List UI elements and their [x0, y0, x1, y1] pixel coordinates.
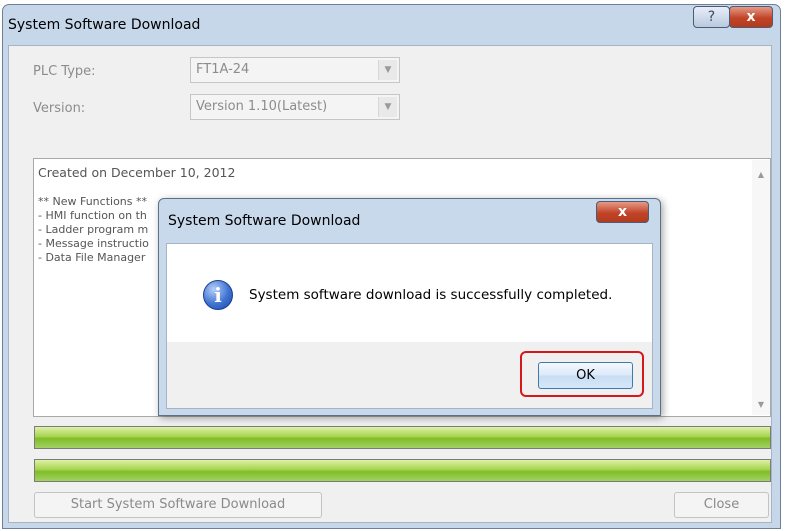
release-notes-line: - Data File Manager [38, 251, 146, 264]
progress-bar-2 [34, 459, 771, 482]
main-window-title: System Software Download [8, 17, 201, 33]
dialog-message-area: i System software download is successful… [167, 244, 652, 342]
scroll-down-icon[interactable]: ▼ [752, 396, 770, 414]
dialog-message: System software download is successfully… [249, 287, 613, 303]
dialog-title: System Software Download [168, 213, 361, 229]
close-icon: x [746, 9, 756, 25]
close-button-label: Close [703, 497, 740, 512]
info-icon: i [203, 280, 233, 310]
close-button[interactable]: Close [674, 492, 769, 518]
window-close-button[interactable]: x [729, 6, 773, 28]
help-icon: ? [707, 9, 716, 25]
start-download-button[interactable]: Start System Software Download [34, 492, 322, 518]
plc-type-label: PLC Type: [33, 64, 96, 79]
release-notes-line: - HMI function on th [38, 209, 147, 222]
release-notes-line: - Message instructio [38, 237, 149, 250]
dialog-close-button[interactable]: x [596, 201, 649, 223]
help-button[interactable]: ? [693, 6, 730, 28]
plc-type-value: FT1A-24 [196, 62, 250, 77]
chevron-down-icon: ▼ [378, 60, 397, 80]
progress-bar-1 [34, 426, 771, 449]
scroll-up-icon[interactable]: ▲ [752, 166, 770, 184]
version-select: Version 1.10(Latest) ▼ [190, 94, 400, 120]
plc-type-select: FT1A-24 ▼ [190, 57, 400, 83]
start-download-label: Start System Software Download [70, 497, 286, 512]
release-notes-line: ** New Functions ** [38, 195, 148, 208]
version-label: Version: [33, 101, 86, 116]
close-icon: x [617, 204, 628, 220]
release-notes-scrollbar[interactable]: ▲ ▼ [752, 160, 770, 415]
version-value: Version 1.10(Latest) [196, 99, 328, 114]
release-notes-line: - Ladder program m [38, 223, 149, 236]
release-notes-line: Created on December 10, 2012 [38, 165, 236, 180]
chevron-down-icon: ▼ [378, 97, 397, 117]
ok-button-highlight [520, 351, 644, 397]
